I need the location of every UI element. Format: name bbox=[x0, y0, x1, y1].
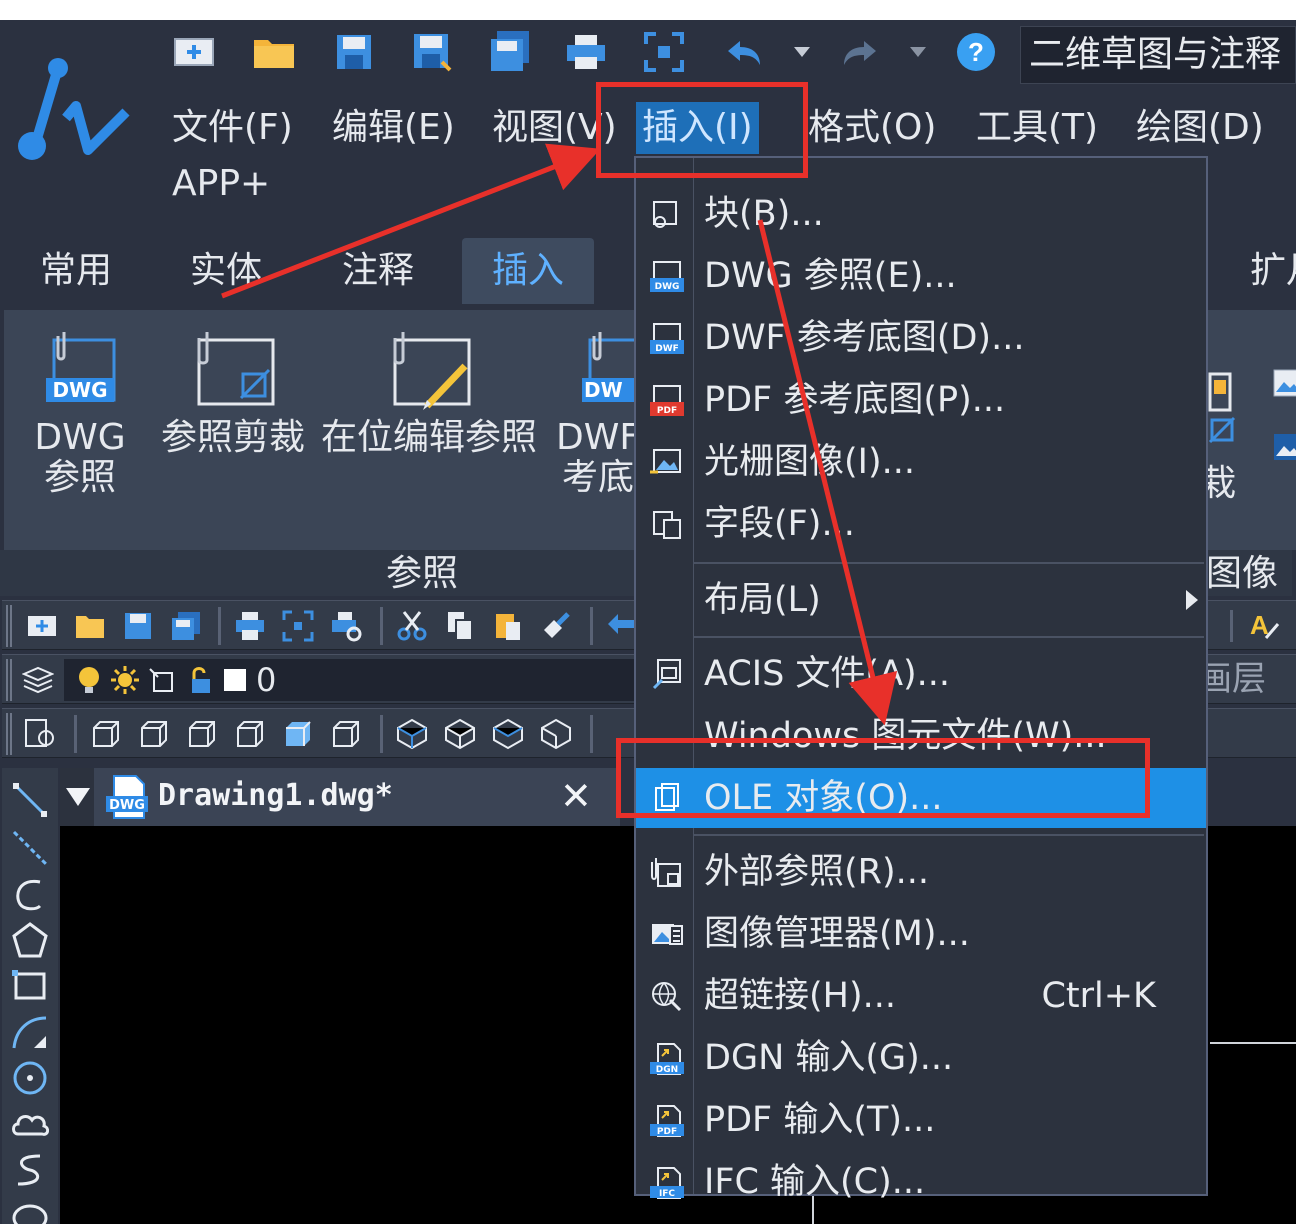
annotation-arrow-to-menu bbox=[221, 143, 601, 299]
annotation-arrows bbox=[221, 143, 898, 726]
cad-application-window: ? 二维草图与注释 文件(F) 编辑(E) 视图(V) 插入(I) 格式(O) … bbox=[0, 20, 1296, 1224]
annotation-arrow-to-ole bbox=[757, 219, 898, 726]
